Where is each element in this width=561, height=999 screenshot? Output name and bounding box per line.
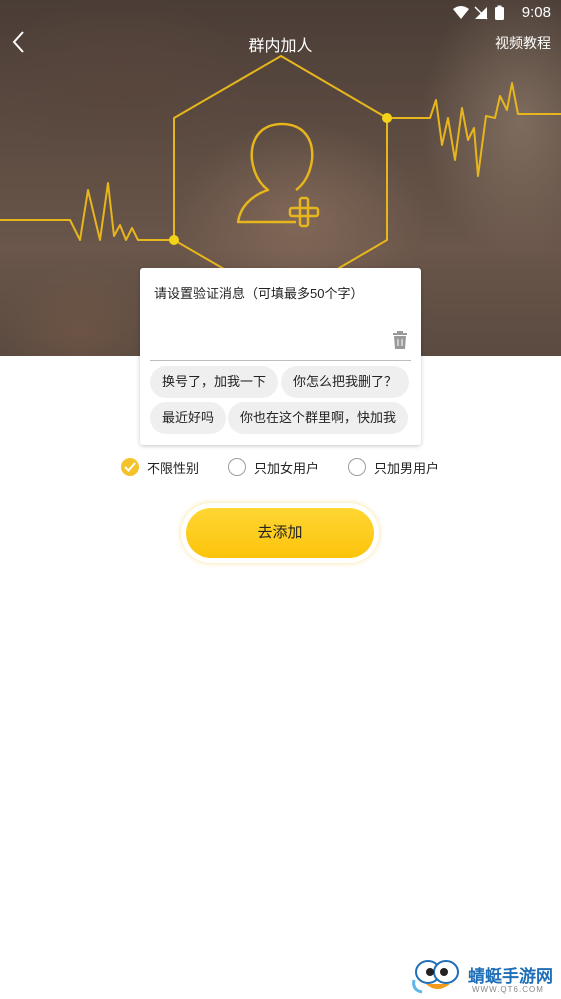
message-chip[interactable]: 换号了，加我一下 [150, 366, 279, 398]
radio-icon[interactable] [348, 458, 366, 476]
battery-icon [495, 7, 504, 20]
check-icon[interactable] [121, 458, 139, 476]
verification-message-card: 请设置验证消息（可填最多50个字） 换号了，加我一下 你怎么把我删了？ 最近好吗… [140, 268, 421, 445]
gender-option-any[interactable]: 不限性别 [121, 456, 199, 478]
add-button[interactable]: 去添加 [186, 508, 374, 558]
watermark-url: WWW.QT6.COM [472, 985, 544, 994]
radio-icon[interactable] [228, 458, 246, 476]
status-bar: 9:08 [0, 0, 561, 26]
message-chip[interactable]: 你怎么把我删了？ [281, 366, 410, 398]
status-icons [453, 5, 504, 20]
video-tutorial-link[interactable]: 视频教程 [495, 33, 551, 53]
page-title: 群内加人 [248, 38, 313, 55]
gender-option-label: 只加男用户 [374, 460, 440, 476]
trash-icon[interactable] [392, 331, 408, 349]
message-chip[interactable]: 最近好吗 [150, 402, 227, 434]
add-button-frame: 去添加 [181, 503, 379, 563]
gender-option-male[interactable]: 只加男用户 [348, 456, 439, 478]
gender-filter: 不限性别 只加女用户 只加男用户 [0, 456, 561, 478]
gender-option-label: 只加女用户 [254, 460, 320, 476]
top-bar: 群内加人 视频教程 [0, 26, 561, 60]
gender-option-female[interactable]: 只加女用户 [228, 456, 319, 478]
status-time: 9:08 [521, 4, 551, 21]
watermark-name: 蜻蜓手游网 [468, 967, 553, 986]
message-input[interactable]: 请设置验证消息（可填最多50个字） [154, 283, 363, 302]
gender-option-label: 不限性别 [147, 460, 200, 476]
message-chip[interactable]: 你也在这个群里啊，快加我 [228, 402, 409, 434]
watermark: 蜻蜓手游网 WWW.QT6.COM [412, 958, 557, 996]
divider [150, 360, 411, 361]
dragonfly-logo-icon [412, 960, 459, 994]
wifi-icon [453, 6, 469, 19]
